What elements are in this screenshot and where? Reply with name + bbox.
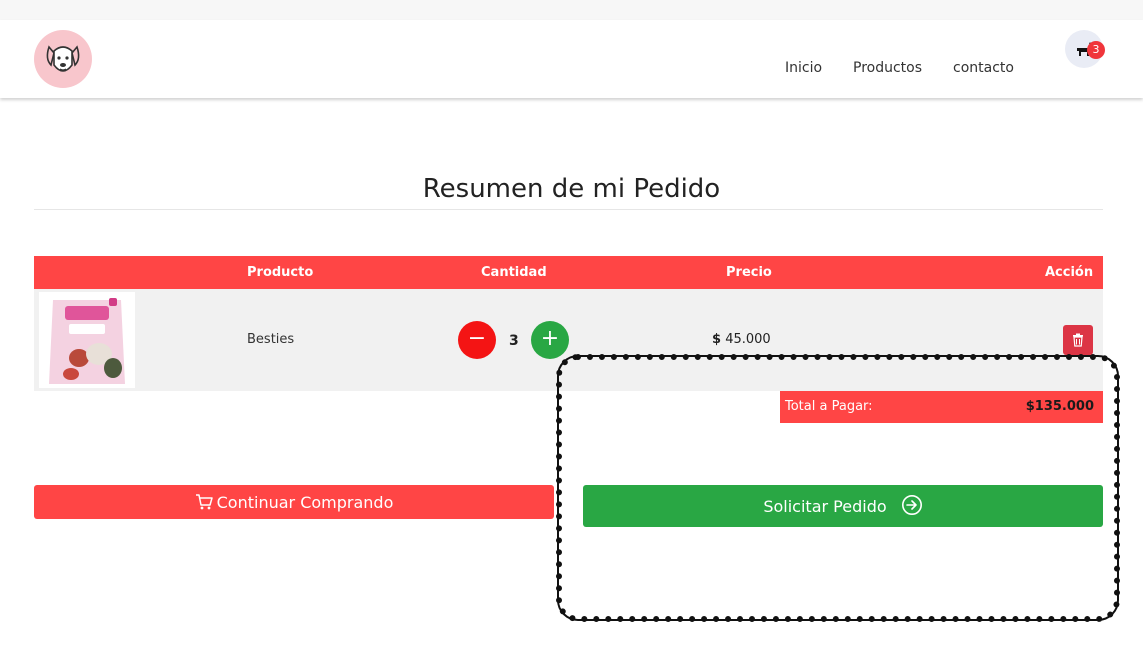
decrease-quantity-button[interactable]: − xyxy=(458,321,496,359)
continue-shopping-label: Continuar Comprando xyxy=(216,492,394,512)
trash-icon xyxy=(1073,333,1083,347)
navbar: Inicio Productos contacto xyxy=(0,20,1143,98)
product-name: Besties xyxy=(247,332,295,347)
continue-shopping-button[interactable]: Continuar Comprando xyxy=(34,485,554,519)
product-image xyxy=(39,292,135,388)
table-row: Besties − 3 + $ 45.000 xyxy=(34,289,1103,391)
header-producto: Producto xyxy=(247,265,314,280)
arrow-right-circle-icon xyxy=(901,495,922,515)
total-label: Total a Pagar: xyxy=(785,399,873,414)
total-box: Total a Pagar: $135.000 xyxy=(780,391,1103,423)
shopping-cart-icon xyxy=(195,494,213,510)
header-accion: Acción xyxy=(1045,265,1094,280)
cart-count-badge: 3 xyxy=(1087,41,1105,59)
nav-link-contacto[interactable]: contacto xyxy=(953,60,1014,76)
price-value: 45.000 xyxy=(725,332,771,347)
quantity-value: 3 xyxy=(509,333,519,349)
place-order-label: Solicitar Pedido xyxy=(763,496,887,516)
logo[interactable] xyxy=(34,30,92,88)
product-price: $ 45.000 xyxy=(712,332,771,347)
header-precio: Precio xyxy=(726,265,772,280)
nav-link-productos[interactable]: Productos xyxy=(853,60,922,76)
increase-quantity-button[interactable]: + xyxy=(531,321,569,359)
place-order-button[interactable]: Solicitar Pedido xyxy=(583,485,1103,527)
price-currency: $ xyxy=(712,332,722,347)
top-strip xyxy=(0,0,1143,20)
page-title: Resumen de mi Pedido xyxy=(422,174,721,204)
delete-item-button[interactable] xyxy=(1063,325,1093,355)
nav-link-inicio[interactable]: Inicio xyxy=(785,60,822,76)
title-divider xyxy=(34,209,1103,210)
header-cantidad: Cantidad xyxy=(481,265,547,280)
table-header: Producto Cantidad Precio Acción xyxy=(34,256,1103,289)
dog-face-icon xyxy=(46,45,80,72)
total-value: $135.000 xyxy=(1025,399,1094,414)
